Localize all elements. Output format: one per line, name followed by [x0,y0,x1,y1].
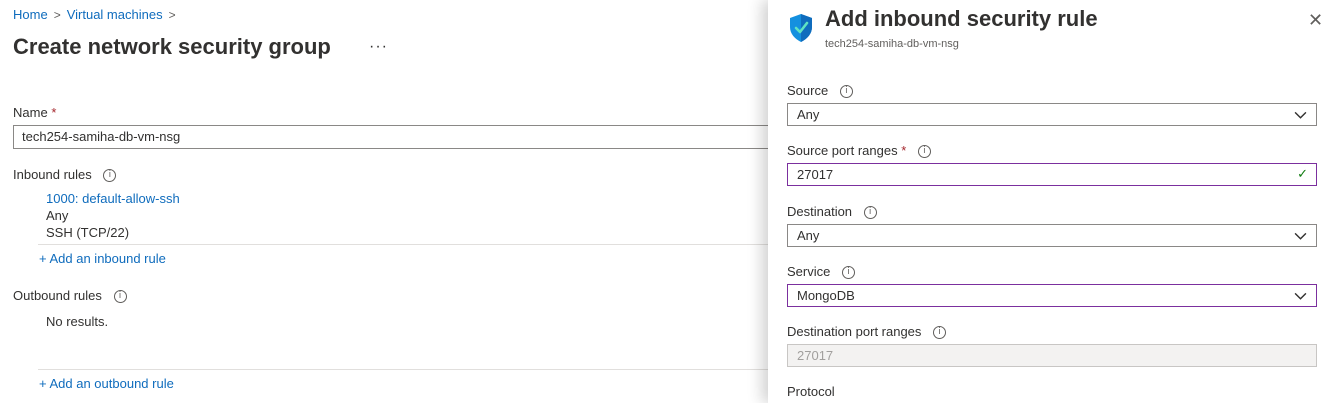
required-mark: * [51,105,57,120]
panel-subtitle: tech254-samiha-db-vm-nsg [825,38,959,50]
source-label: Source i [787,83,853,99]
inbound-rules-label-text: Inbound rules [13,167,92,182]
add-inbound-rule-link[interactable]: + Add an inbound rule [39,251,166,266]
protocol-label: Protocol [787,384,835,399]
breadcrumb-separator: > [168,7,176,22]
source-label-text: Source [787,83,829,98]
service-label-text: Service [787,264,831,279]
destination-label: Destination i [787,204,877,220]
source-value: Any [797,107,820,122]
source-port-label: Source port ranges * i [787,143,931,159]
add-outbound-rule-link[interactable]: + Add an outbound rule [39,376,174,391]
name-label-text: Name [13,105,48,120]
chevron-down-icon [1294,292,1307,300]
destination-port-label-text: Destination port ranges [787,324,922,339]
source-port-input[interactable]: 27017 ✓ [787,163,1317,186]
info-icon[interactable]: i [863,206,877,220]
info-icon[interactable]: i [113,290,127,304]
breadcrumb-separator: > [53,7,61,22]
destination-port-value: 27017 [797,348,834,363]
divider [38,244,768,245]
source-port-label-text: Source port ranges [787,143,898,158]
name-label: Name * [13,105,56,120]
source-port-value: 27017 [797,167,834,182]
outbound-empty-text: No results. [46,314,109,329]
divider [38,369,768,370]
destination-label-text: Destination [787,204,853,219]
close-icon[interactable]: ✕ [1308,10,1323,31]
inbound-rule-link[interactable]: 1000: default-allow-ssh [46,191,180,206]
breadcrumb-virtual-machines[interactable]: Virtual machines [67,7,163,22]
outbound-rules-label-text: Outbound rules [13,288,102,303]
inbound-rule-service: SSH (TCP/22) [46,225,130,240]
source-dropdown[interactable]: Any [787,103,1317,126]
panel-title: Add inbound security rule [825,6,1098,31]
breadcrumb-home[interactable]: Home [13,7,48,22]
destination-dropdown[interactable]: Any [787,224,1317,247]
info-icon[interactable]: i [839,85,853,99]
info-icon[interactable]: i [841,266,855,280]
name-input[interactable]: tech254-samiha-db-vm-nsg [13,125,773,149]
chevron-down-icon [1294,111,1307,119]
destination-port-input: 27017 [787,344,1317,367]
required-mark: * [901,143,907,158]
valid-check-icon: ✓ [1297,166,1308,181]
more-options-button[interactable]: ··· [369,38,388,56]
service-label: Service i [787,264,855,280]
service-dropdown[interactable]: MongoDB [787,284,1317,307]
info-icon[interactable]: i [933,326,947,340]
info-icon[interactable]: i [103,169,117,183]
chevron-down-icon [1294,232,1307,240]
add-inbound-rule-panel: Add inbound security rule tech254-samiha… [768,0,1335,403]
service-value: MongoDB [797,288,855,303]
info-icon[interactable]: i [917,145,931,159]
destination-value: Any [797,228,820,243]
shield-icon [790,14,812,42]
page-title: Create network security group [13,34,331,59]
destination-port-label: Destination port ranges i [787,324,947,340]
outbound-rules-label: Outbound rules i [13,288,127,304]
inbound-rule-source: Any [46,208,69,223]
breadcrumb: Home > Virtual machines > [13,7,176,22]
inbound-rules-label: Inbound rules i [13,167,117,183]
